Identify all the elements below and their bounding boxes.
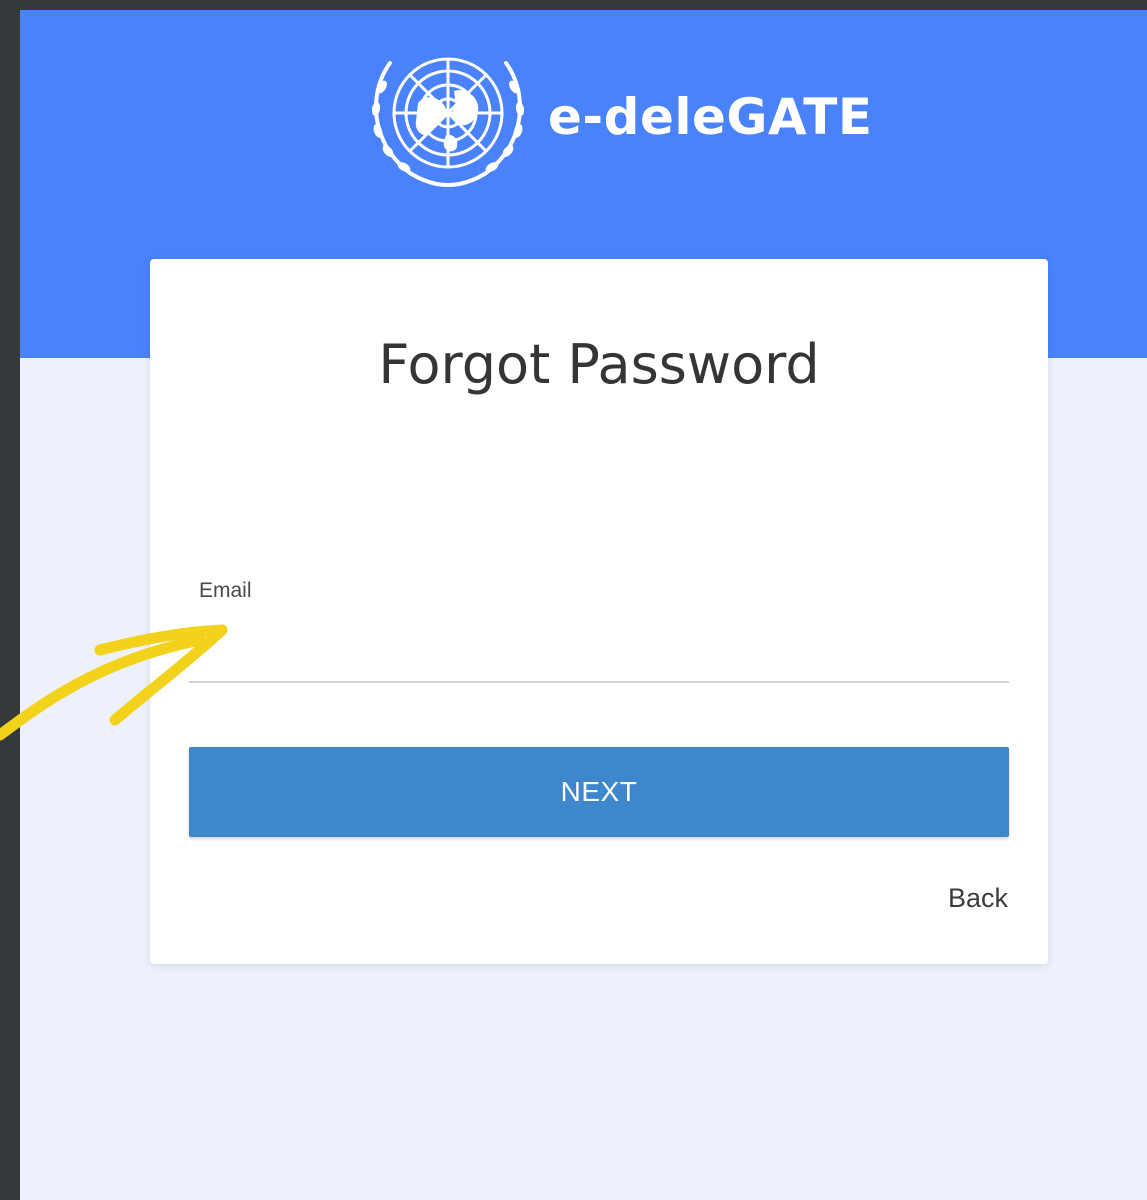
forgot-password-card: Forgot Password Email NEXT Back [150, 259, 1048, 964]
yellow-arrow-icon [0, 624, 228, 741]
email-label: Email [199, 579, 252, 602]
brand-name: e-deleGATE [548, 88, 873, 146]
un-emblem-icon [371, 57, 525, 187]
page-title: Forgot Password [378, 333, 820, 397]
email-field[interactable] [189, 609, 1009, 683]
brand: e-deleGATE [360, 43, 873, 191]
back-link[interactable]: Back [948, 883, 1008, 914]
browser-window: e-deleGATE Forgot Password Email NEXT Ba… [20, 10, 1147, 1200]
next-button[interactable]: NEXT [189, 747, 1009, 837]
